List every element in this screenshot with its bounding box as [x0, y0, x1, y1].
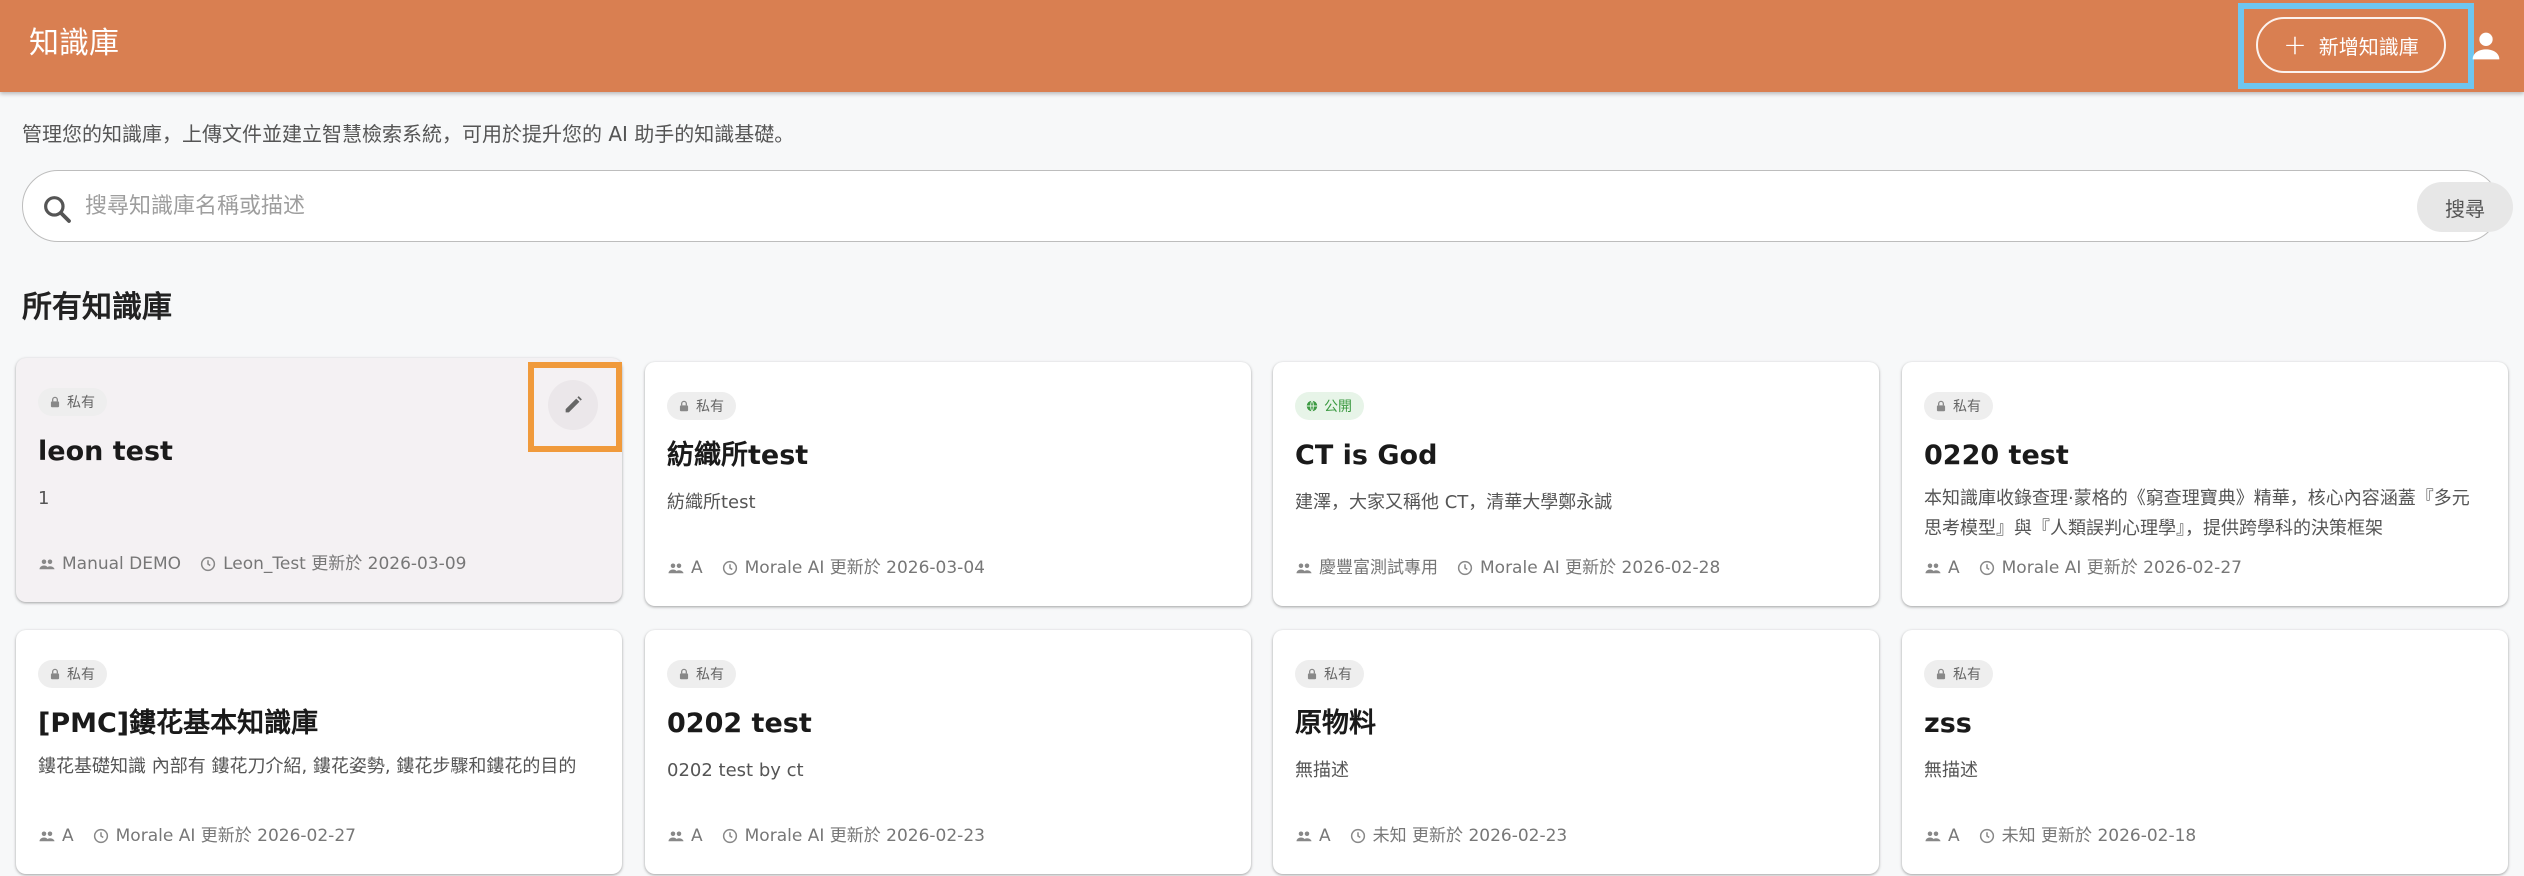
- card-meta: Manual DEMO Leon_Test 更新於 2026-03-09: [38, 552, 608, 576]
- group-icon: [668, 831, 684, 842]
- clock-icon: [200, 556, 216, 572]
- card-updated: Morale AI 更新於 2026-02-28: [1480, 558, 1721, 578]
- search-bar: 搜尋: [22, 170, 2513, 242]
- group-icon: [39, 831, 55, 842]
- pencil-icon: [565, 396, 582, 413]
- card-group: A: [1319, 826, 1331, 846]
- visibility-badge: 私有: [1295, 660, 1364, 688]
- add-knowledge-base-button[interactable]: + 新增知識庫: [2256, 17, 2446, 73]
- add-button-label: 新增知識庫: [2318, 34, 2419, 59]
- card-group: A: [1948, 826, 1960, 846]
- visibility-badge: 私有: [38, 660, 107, 688]
- card-description: 紡織所test: [667, 492, 756, 513]
- kb-card-2[interactable]: 私有 紡織所test 紡織所test A Morale AI 更新於 2026-…: [645, 362, 1251, 606]
- kb-card-5[interactable]: 私有 [PMC]鏤花基本知識庫 鏤花基礎知識 內部有 鏤花刀介紹, 鏤花姿勢, …: [16, 630, 622, 874]
- visibility-badge: 私有: [38, 388, 107, 416]
- card-group: A: [691, 826, 703, 846]
- search-input[interactable]: [85, 185, 2385, 227]
- lock-icon: [1936, 400, 1946, 412]
- visibility-badge: 私有: [667, 392, 736, 420]
- group-icon: [39, 559, 55, 570]
- card-meta: 慶豐富測試專用 Morale AI 更新於 2026-02-28: [1295, 556, 1865, 580]
- card-description: 本知識庫收錄查理·蒙格的《窮查理寶典》精華，核心內容涵蓋『多元思考模型』與『人類…: [1924, 488, 2470, 539]
- clock-icon: [93, 828, 108, 844]
- globe-icon: [1306, 400, 1318, 412]
- kb-card-7[interactable]: 私有 原物料 無描述 A 未知 更新於 2026-02-23: [1273, 630, 1879, 874]
- kb-card-8[interactable]: 私有 zss 無描述 A 未知 更新於 2026-02-18: [1902, 630, 2508, 874]
- card-updated: 未知 更新於 2026-02-18: [2001, 826, 2197, 846]
- lock-icon: [1936, 668, 1946, 680]
- page-title: 知識庫: [29, 26, 119, 61]
- card-meta: A Morale AI 更新於 2026-02-27: [1924, 556, 2494, 580]
- kb-card-6[interactable]: 私有 0202 test 0202 test by ct A Morale AI…: [645, 630, 1251, 874]
- plus-icon: +: [2283, 28, 2307, 61]
- group-icon: [1296, 831, 1312, 842]
- lock-icon: [679, 400, 689, 412]
- lock-icon: [50, 396, 60, 408]
- group-icon: [1925, 831, 1941, 842]
- card-updated: Morale AI 更新於 2026-02-27: [2001, 558, 2242, 578]
- card-group: A: [691, 558, 703, 578]
- visibility-badge: 私有: [1924, 392, 1993, 420]
- kb-card-3[interactable]: 公開 CT is God 建澤，大家又稱他 CT，清華大學鄭永誠 慶豐富測試專用…: [1273, 362, 1879, 606]
- visibility-badge: 公開: [1295, 392, 1364, 420]
- card-title: [PMC]鏤花基本知識庫: [38, 708, 319, 739]
- card-title: 0220 test: [1924, 440, 2069, 471]
- clock-icon: [1350, 828, 1365, 844]
- visibility-badge: 私有: [1924, 660, 1993, 688]
- card-title: leon test: [38, 436, 173, 467]
- clock-icon: [1979, 560, 1994, 576]
- group-icon: [668, 563, 684, 574]
- card-title: CT is God: [1295, 440, 1438, 471]
- clock-icon: [722, 828, 737, 844]
- group-icon: [1925, 563, 1941, 574]
- card-group: A: [1948, 558, 1960, 578]
- card-updated: 未知 更新於 2026-02-23: [1372, 826, 1568, 846]
- card-group: A: [62, 826, 74, 846]
- page-description: 管理您的知識庫，上傳文件並建立智慧檢索系統，可用於提升您的 AI 助手的知識基礎…: [22, 122, 795, 146]
- card-description: 鏤花基礎知識 內部有 鏤花刀介紹, 鏤花姿勢, 鏤花步驟和鏤花的目的: [38, 756, 577, 777]
- card-updated: Morale AI 更新於 2026-02-27: [115, 826, 356, 846]
- card-updated: Morale AI 更新於 2026-02-23: [744, 826, 985, 846]
- clock-icon: [1457, 560, 1473, 576]
- kb-card-leon-test[interactable]: 私有 leon test 1 Manual DEMO Leon_Test 更新於…: [16, 358, 622, 602]
- card-description: 建澤，大家又稱他 CT，清華大學鄭永誠: [1295, 492, 1613, 513]
- visibility-badge: 私有: [667, 660, 736, 688]
- card-meta: A 未知 更新於 2026-02-18: [1924, 824, 2494, 848]
- search-icon: [44, 196, 71, 223]
- card-meta: A Morale AI 更新於 2026-02-27: [38, 824, 608, 848]
- edit-button[interactable]: [548, 380, 598, 430]
- group-icon: [1296, 563, 1312, 574]
- card-description: 0202 test by ct: [667, 760, 804, 781]
- card-meta: A Morale AI 更新於 2026-03-04: [667, 556, 1237, 580]
- card-group: Manual DEMO: [62, 554, 182, 574]
- section-title: 所有知識庫: [22, 290, 172, 325]
- lock-icon: [1307, 668, 1317, 680]
- card-updated: Leon_Test 更新於 2026-03-09: [223, 554, 467, 574]
- card-title: zss: [1924, 708, 1972, 739]
- lock-icon: [50, 668, 60, 680]
- lock-icon: [679, 668, 689, 680]
- card-updated: Morale AI 更新於 2026-03-04: [744, 558, 985, 578]
- search-button[interactable]: 搜尋: [2417, 182, 2513, 232]
- card-description: 無描述: [1295, 760, 1349, 781]
- card-group: 慶豐富測試專用: [1319, 558, 1438, 578]
- card-description: 1: [38, 488, 50, 509]
- app-bar: 知識庫 + 新增知識庫: [0, 0, 2524, 92]
- kb-card-4[interactable]: 私有 0220 test 本知識庫收錄查理·蒙格的《窮查理寶典》精華，核心內容涵…: [1902, 362, 2508, 606]
- card-title: 原物料: [1295, 708, 1376, 739]
- card-title: 0202 test: [667, 708, 812, 739]
- card-meta: A Morale AI 更新於 2026-02-23: [667, 824, 1237, 848]
- card-title: 紡織所test: [667, 440, 809, 471]
- clock-icon: [1979, 828, 1994, 844]
- card-meta: A 未知 更新於 2026-02-23: [1295, 824, 1865, 848]
- clock-icon: [722, 560, 737, 576]
- person-icon[interactable]: [2466, 26, 2506, 66]
- card-description: 無描述: [1924, 760, 1978, 781]
